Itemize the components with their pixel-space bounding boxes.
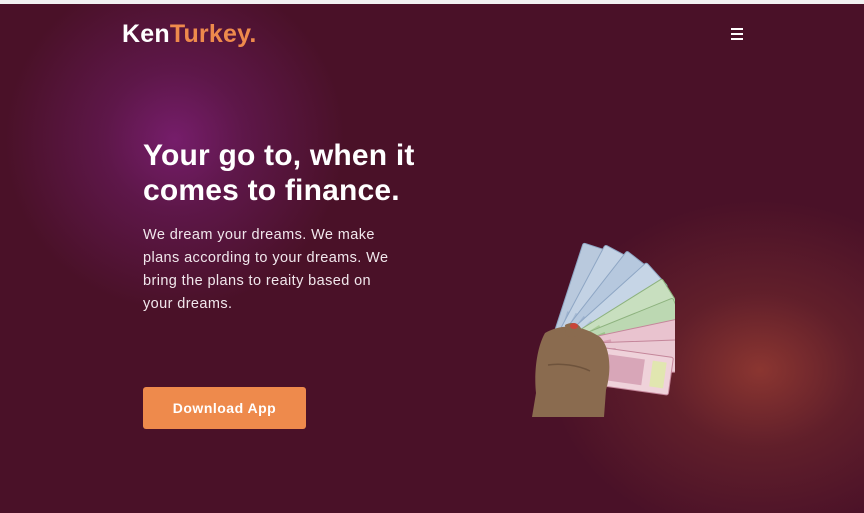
hamburger-menu-icon[interactable] (729, 28, 745, 42)
logo[interactable]: KenTurkey. (122, 20, 256, 49)
hero-section: Your go to, when it comes to finance. We… (143, 138, 433, 316)
hand (532, 323, 610, 417)
download-app-button[interactable]: Download App (143, 387, 306, 429)
hand-holding-banknotes-image (532, 242, 675, 417)
hero-headline: Your go to, when it comes to finance. (143, 139, 415, 207)
logo-text-ken: Ken (122, 20, 170, 48)
logo-dot: . (249, 20, 257, 48)
logo-text-turkey: Turkey (169, 20, 250, 48)
hero-subtext: We dream your dreams. We make plans acco… (143, 227, 389, 312)
landing-page: KenTurkey. Your go to, when it comes to … (0, 0, 864, 513)
site-header: KenTurkey. (0, 4, 864, 66)
